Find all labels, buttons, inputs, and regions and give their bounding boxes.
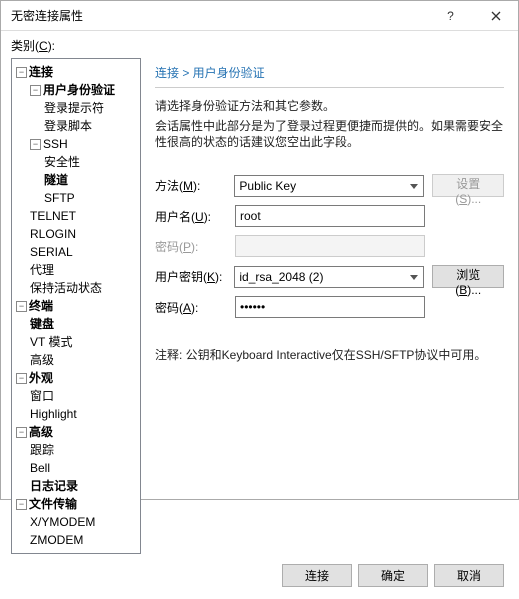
- collapse-icon[interactable]: −: [30, 139, 41, 150]
- connect-button[interactable]: 连接: [282, 564, 352, 587]
- collapse-icon[interactable]: −: [30, 85, 41, 96]
- cancel-button[interactable]: 取消: [434, 564, 504, 587]
- tree-item-serial[interactable]: SERIAL: [14, 243, 138, 261]
- label-userkey: 用户密钥(K):: [155, 268, 226, 285]
- tree-item-highlight[interactable]: Highlight: [14, 405, 138, 423]
- description-text: 请选择身份验证方法和其它参数。: [155, 98, 504, 114]
- collapse-icon[interactable]: −: [16, 301, 27, 312]
- tree-item-keepalive[interactable]: 保持活动状态: [14, 279, 138, 297]
- row-userkey: 用户密钥(K): id_rsa_2048 (2) 浏览(B)...: [155, 265, 504, 288]
- row-password: 密码(P):: [155, 235, 504, 257]
- label-method: 方法(M):: [155, 177, 226, 194]
- tree-item-advanced-terminal[interactable]: 高级: [14, 351, 138, 369]
- tree-item-zmodem[interactable]: ZMODEM: [14, 531, 138, 549]
- tree-item-loginscript[interactable]: 登录脚本: [14, 117, 138, 135]
- collapse-icon[interactable]: −: [16, 427, 27, 438]
- tree-item-bell[interactable]: Bell: [14, 459, 138, 477]
- help-button[interactable]: ?: [428, 1, 473, 31]
- method-select-wrap: Public Key: [234, 175, 424, 197]
- row-username: 用户名(U):: [155, 205, 504, 227]
- dialog-footer: 连接 确定 取消: [11, 554, 508, 591]
- tree-item-terminal[interactable]: −终端: [14, 297, 138, 315]
- password-input: [235, 235, 425, 257]
- right-panel: 连接 > 用户身份验证 请选择身份验证方法和其它参数。 会话属性中此部分是为了登…: [151, 58, 508, 554]
- tree-item-tunnel[interactable]: 隧道: [14, 171, 138, 189]
- username-input[interactable]: [235, 205, 425, 227]
- hint-text: 会话属性中此部分是为了登录过程更便捷而提供的。如果需要安全性很高的状态的话建议您…: [155, 118, 504, 150]
- collapse-icon[interactable]: −: [16, 373, 27, 384]
- label-username: 用户名(U):: [155, 208, 227, 225]
- tree-item-appearance[interactable]: −外观: [14, 369, 138, 387]
- method-select[interactable]: Public Key: [234, 175, 424, 197]
- userkey-select[interactable]: id_rsa_2048 (2): [234, 266, 424, 288]
- collapse-icon[interactable]: −: [16, 67, 27, 78]
- settings-button[interactable]: 设置(S)...: [432, 174, 504, 197]
- tree-item-ssh[interactable]: −SSH: [14, 135, 138, 153]
- tree-item-filetx[interactable]: −文件传输: [14, 495, 138, 513]
- main-area: −连接 −用户身份验证 登录提示符 登录脚本 −SSH 安全性 隧道 SFTP …: [11, 58, 508, 554]
- close-icon: [491, 11, 501, 21]
- tree-item-telnet[interactable]: TELNET: [14, 207, 138, 225]
- tree-item-auth[interactable]: −用户身份验证: [14, 81, 138, 99]
- tree-item-security[interactable]: 安全性: [14, 153, 138, 171]
- tree-item-xymodem[interactable]: X/YMODEM: [14, 513, 138, 531]
- collapse-icon[interactable]: −: [16, 499, 27, 510]
- label-passphrase: 密码(A):: [155, 299, 227, 316]
- category-tree[interactable]: −连接 −用户身份验证 登录提示符 登录脚本 −SSH 安全性 隧道 SFTP …: [11, 58, 141, 554]
- tree-item-keyboard[interactable]: 键盘: [14, 315, 138, 333]
- window-title: 无密连接属性: [11, 7, 428, 24]
- browse-button[interactable]: 浏览(B)...: [432, 265, 504, 288]
- tree-item-vt[interactable]: VT 模式: [14, 333, 138, 351]
- dialog-window: 无密连接属性 ? 类别(C): −连接 −用户身份验证 登录提示符 登录脚本 −…: [0, 0, 519, 500]
- tree-item-loginprompt[interactable]: 登录提示符: [14, 99, 138, 117]
- label-password: 密码(P):: [155, 238, 227, 255]
- userkey-select-wrap: id_rsa_2048 (2): [234, 266, 424, 288]
- tree-item-sftp[interactable]: SFTP: [14, 189, 138, 207]
- row-method: 方法(M): Public Key 设置(S)...: [155, 174, 504, 197]
- dialog-body: 类别(C): −连接 −用户身份验证 登录提示符 登录脚本 −SSH 安全性 隧…: [1, 31, 518, 599]
- footnote: 注释: 公钥和Keyboard Interactive仅在SSH/SFTP协议中…: [155, 346, 504, 363]
- close-button[interactable]: [473, 1, 518, 31]
- tree-item-advanced[interactable]: −高级: [14, 423, 138, 441]
- passphrase-input[interactable]: [235, 296, 425, 318]
- tree-item-trace[interactable]: 跟踪: [14, 441, 138, 459]
- tree-item-rlogin[interactable]: RLOGIN: [14, 225, 138, 243]
- titlebar: 无密连接属性 ?: [1, 1, 518, 31]
- tree-item-window[interactable]: 窗口: [14, 387, 138, 405]
- tree-item-proxy[interactable]: 代理: [14, 261, 138, 279]
- row-passphrase: 密码(A):: [155, 296, 504, 318]
- breadcrumb: 连接 > 用户身份验证: [155, 60, 504, 88]
- category-label: 类别(C):: [11, 37, 508, 54]
- tree-item-logging[interactable]: 日志记录: [14, 477, 138, 495]
- ok-button[interactable]: 确定: [358, 564, 428, 587]
- tree-item-connection[interactable]: −连接: [14, 63, 138, 81]
